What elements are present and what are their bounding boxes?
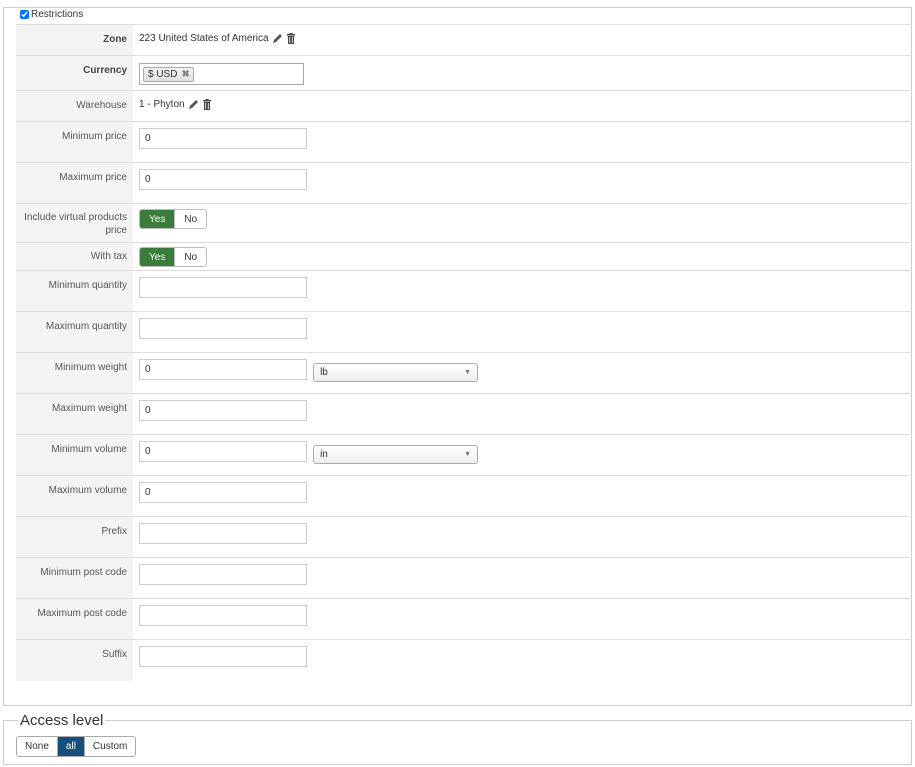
row-minimum-weight: Minimum weight lb ▼ (16, 352, 912, 394)
currency-label: Currency (16, 55, 133, 91)
include-virtual-label: Include virtual products price (16, 203, 133, 243)
maximum-volume-label: Maximum volume (16, 475, 133, 517)
trash-icon[interactable] (202, 99, 212, 110)
maximum-weight-input[interactable] (139, 400, 307, 421)
minimum-weight-input[interactable] (139, 359, 307, 380)
include-virtual-no-button[interactable]: No (174, 210, 207, 228)
row-suffix: Suffix (16, 639, 912, 681)
pencil-icon[interactable] (272, 33, 283, 44)
zone-value-text: 223 United States of America (139, 33, 269, 44)
access-level-legend: Access level (18, 712, 106, 729)
row-maximum-volume: Maximum volume (16, 475, 912, 517)
minimum-volume-label: Minimum volume (16, 434, 133, 476)
zone-value: 223 United States of America (139, 33, 296, 44)
maximum-price-label: Maximum price (16, 162, 133, 204)
maximum-post-code-input[interactable] (139, 605, 307, 626)
dropdown-arrow-icon: ▼ (464, 369, 472, 376)
zone-label: Zone (16, 24, 133, 56)
row-minimum-price: Minimum price (16, 121, 912, 163)
row-minimum-post-code: Minimum post code (16, 557, 912, 599)
prefix-label: Prefix (16, 516, 133, 558)
restrictions-legend: Restrictions (18, 9, 86, 20)
restrictions-table: Zone 223 United States of America Curren… (16, 24, 912, 681)
access-level-button-group: None all Custom (16, 736, 137, 757)
minimum-price-label: Minimum price (16, 121, 133, 163)
maximum-weight-label: Maximum weight (16, 393, 133, 435)
row-maximum-weight: Maximum weight (16, 393, 912, 435)
row-zone: Zone 223 United States of America (16, 24, 912, 56)
row-maximum-price: Maximum price (16, 162, 912, 204)
prefix-input[interactable] (139, 523, 307, 544)
dropdown-arrow-icon: ▼ (464, 451, 472, 458)
row-warehouse: Warehouse 1 - Phyton (16, 90, 912, 122)
maximum-post-code-label: Maximum post code (16, 598, 133, 640)
with-tax-yes-button[interactable]: Yes (140, 248, 175, 266)
currency-select[interactable]: $ USD ✖ (139, 63, 304, 85)
row-minimum-volume: Minimum volume in ▼ (16, 434, 912, 476)
restrictions-checkbox[interactable] (20, 10, 29, 19)
suffix-label: Suffix (16, 639, 133, 681)
volume-unit-select[interactable]: in ▼ (313, 445, 479, 464)
minimum-quantity-input[interactable] (139, 277, 307, 298)
access-none-button[interactable]: None (17, 737, 57, 756)
trash-icon[interactable] (286, 33, 296, 44)
maximum-quantity-input[interactable] (139, 318, 307, 339)
maximum-price-input[interactable] (139, 169, 307, 190)
minimum-price-input[interactable] (139, 128, 307, 149)
access-level-fieldset: Access level None all Custom (3, 712, 912, 765)
include-virtual-toggle: Yes No (139, 209, 208, 229)
currency-tag: $ USD ✖ (143, 66, 194, 82)
suffix-input[interactable] (139, 646, 307, 667)
with-tax-label: With tax (16, 242, 133, 271)
warehouse-value-text: 1 - Phyton (139, 99, 185, 110)
minimum-volume-input[interactable] (139, 441, 307, 462)
weight-unit-value: lb (320, 367, 328, 378)
warehouse-label: Warehouse (16, 90, 133, 122)
warehouse-value: 1 - Phyton (139, 99, 212, 110)
access-all-button[interactable]: all (56, 737, 84, 756)
minimum-post-code-input[interactable] (139, 564, 307, 585)
minimum-quantity-label: Minimum quantity (16, 270, 133, 312)
row-minimum-quantity: Minimum quantity (16, 270, 912, 312)
volume-unit-value: in (320, 449, 328, 460)
access-custom-button[interactable]: Custom (83, 737, 136, 756)
minimum-post-code-label: Minimum post code (16, 557, 133, 599)
maximum-quantity-label: Maximum quantity (16, 311, 133, 353)
pencil-icon[interactable] (188, 99, 199, 110)
include-virtual-yes-button[interactable]: Yes (140, 210, 175, 228)
row-include-virtual: Include virtual products price Yes No (16, 203, 912, 243)
row-maximum-quantity: Maximum quantity (16, 311, 912, 353)
weight-unit-select[interactable]: lb ▼ (313, 363, 479, 382)
minimum-weight-label: Minimum weight (16, 352, 133, 394)
currency-tag-label: $ USD (148, 68, 178, 80)
row-with-tax: With tax Yes No (16, 242, 912, 271)
maximum-volume-input[interactable] (139, 482, 307, 503)
restrictions-legend-label: Restrictions (31, 9, 84, 20)
remove-x-icon[interactable]: ✖ (181, 69, 189, 80)
with-tax-toggle: Yes No (139, 247, 208, 267)
row-maximum-post-code: Maximum post code (16, 598, 912, 640)
row-prefix: Prefix (16, 516, 912, 558)
row-currency: Currency $ USD ✖ (16, 55, 912, 91)
with-tax-no-button[interactable]: No (174, 248, 207, 266)
